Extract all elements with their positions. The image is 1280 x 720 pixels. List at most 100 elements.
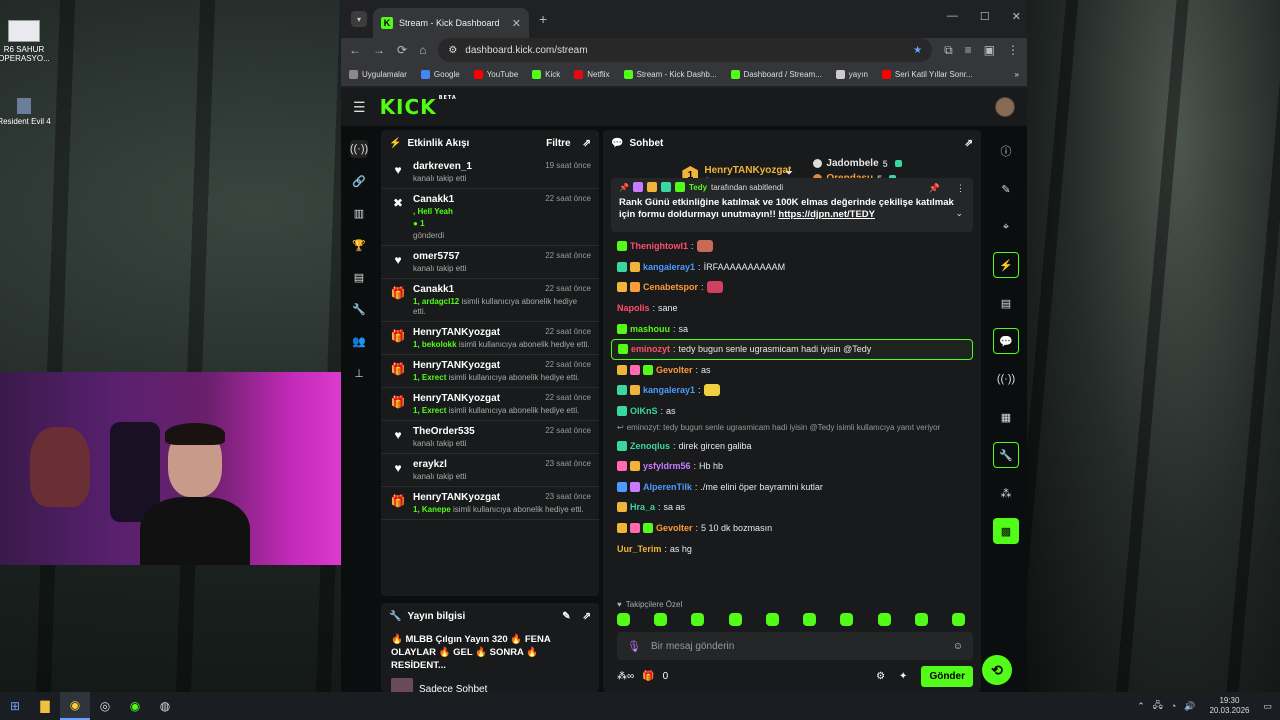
chat-message[interactable]: Napolis: sane [611,298,973,319]
chat-username[interactable]: OlKnS [630,405,658,417]
extensions-icon[interactable]: ⧉ [944,43,953,58]
bookmark-item[interactable]: Stream - Kick Dashb... [623,69,717,79]
chat-username[interactable]: eminozyt [631,343,670,355]
profile-icon[interactable]: ▣ [984,43,995,57]
new-tab-icon[interactable]: + [539,11,547,27]
more-bookmarks-icon[interactable]: » [1015,70,1019,79]
back-icon[interactable]: ← [349,43,361,57]
close-tab-icon[interactable]: ✕ [512,17,521,30]
chat-username[interactable]: kangaleray1 [643,384,695,396]
file-explorer-icon[interactable]: ▇ [30,692,60,720]
channel-points-icon[interactable]: ⁂∞ [617,671,634,682]
pinned-link[interactable]: https://djpn.net/TEDY [778,209,875,220]
chat-username[interactable]: ysfyldrm56 [643,460,691,472]
chat-message[interactable]: OlKnS: as [611,401,973,422]
chat-message[interactable]: Uur_Terim: as hg [611,538,973,559]
layout-icon[interactable]: ▦ [993,404,1019,430]
document-icon[interactable]: ▤ [993,290,1019,316]
chat-username[interactable]: Gevolter [656,522,693,534]
clapperboard-icon[interactable]: ▩ [993,518,1019,544]
maximize-icon[interactable]: ☐ [980,10,990,23]
activity-item[interactable]: ♥ omer5757 22 saat önce kanalı takip etti [381,246,599,279]
broadcast-icon[interactable]: ((·)) [993,366,1019,392]
activity-item[interactable]: 🎁 HenryTANKyozgat 22 saat önce 1, bekolokk … [381,322,599,355]
bookmark-item[interactable]: YouTube [473,69,518,79]
analytics-icon[interactable]: ▥ [350,204,368,222]
bookmark-item[interactable]: yayın [835,69,868,79]
popout-icon[interactable]: ⇗ [583,138,591,149]
activity-item[interactable]: 🎁 Canakk1 22 saat önce 1, ardagcl12 isimli … [381,279,599,322]
support-fab-button[interactable]: ⟲ [982,655,1012,685]
desktop-icon-resident-evil[interactable]: Resident Evil 4 [0,98,54,126]
browser-tab[interactable]: K Stream - Kick Dashboard ✕ [373,8,529,38]
bookmark-item[interactable]: Seri Katil Yıllar Sonr... [881,69,973,79]
target-icon[interactable]: ⌖ [993,214,1019,240]
chat-message[interactable]: mashouu: sa [611,318,973,339]
more-options-icon[interactable]: ⋮ [956,183,965,194]
emote-button[interactable] [951,613,965,626]
chat-message[interactable]: Thenightowl1: [611,236,973,257]
notification-icon[interactable]: ▭ [1263,701,1272,712]
chat-input[interactable]: 🎙 Bir mesaj gönderin ☺ [617,632,973,660]
chrome-icon[interactable]: ◉ [60,692,90,720]
user-avatar[interactable] [995,97,1015,117]
kick-logo[interactable]: KICK BETA [380,95,457,119]
chat-message[interactable]: kangaleray1: [611,380,973,401]
chevron-down-icon[interactable]: ⌄ [955,208,963,219]
popout-icon[interactable]: ⇗ [583,611,591,622]
reload-icon[interactable]: ⟳ [397,43,407,57]
emote-button[interactable] [765,613,779,626]
pencil-icon[interactable]: ✎ [993,176,1019,202]
emote-button[interactable] [877,613,891,626]
molecule-icon[interactable]: ⁂ [993,480,1019,506]
emoji-icon[interactable]: ☺ [953,641,963,652]
chat-username[interactable]: kangaleray1 [643,261,695,273]
users-settings-icon[interactable]: 👥 [350,332,368,350]
link-icon[interactable]: 🔗 [350,172,368,190]
bookmark-item[interactable]: Google [420,69,460,79]
emote-button[interactable] [691,613,705,626]
chat-message[interactable]: ysfyldrm56: Hb hb [611,456,973,477]
forward-icon[interactable]: → [373,43,385,57]
bookmark-item[interactable]: Dashboard / Stream... [730,69,822,79]
ticket-icon[interactable]: ▤ [350,268,368,286]
kick-app-icon[interactable]: ◉ [120,692,150,720]
chevron-up-icon[interactable]: ⌃ [1137,701,1145,712]
trophy-icon[interactable]: 🏆 [350,236,368,254]
media-icon[interactable]: ≡ [965,43,972,57]
network-icon[interactable]: 🖧 [1153,698,1163,714]
unpin-icon[interactable]: 📌 [929,183,940,194]
chat-username[interactable]: Napolis [617,302,650,314]
emote-button[interactable] [914,613,928,626]
microphone-icon[interactable]: 🎙 [627,640,641,653]
chat-message[interactable]: kangaleray1: İRFAAAAAAAAAAM [611,257,973,278]
broadcast-icon[interactable]: ((·)) [350,140,368,158]
chat-message[interactable]: Gevolter: 5 10 dk bozmasın [611,518,973,539]
bookmark-item[interactable]: Uygulamalar [349,69,407,79]
home-icon[interactable]: ⌂ [419,43,426,57]
chat-message[interactable]: Zenoqlus: direk gircen galiba [611,435,973,456]
wifi-icon[interactable]: ◔ [1171,701,1176,711]
tab-search-button[interactable]: ▾ [351,11,367,27]
info-icon[interactable]: ⓘ [993,138,1019,164]
bookmark-star-icon[interactable]: ★ [913,45,922,56]
chat-username[interactable]: Zenoqlus [630,440,670,452]
chat-message[interactable]: Hra_a: sa as [611,497,973,518]
desktop-icon-r6[interactable]: R6 SAHUR OPERASYO... [0,20,54,63]
activity-item[interactable]: ♥ darkreven_1 19 saat önce kanalı takip et… [381,156,599,189]
chat-username[interactable]: Hra_a [630,501,655,513]
filter-button[interactable]: Filtre [546,138,570,149]
volume-icon[interactable]: 🔊 [1184,701,1195,712]
lightning-icon[interactable]: ⚡ [993,252,1019,278]
edit-icon[interactable]: ✎ [562,611,570,622]
activity-item[interactable]: ✖ Canakk1 22 saat önce, Hell Yeah ● 1 gönder… [381,189,599,246]
emote-button[interactable] [728,613,742,626]
chat-username[interactable]: mashouu [630,323,670,335]
emote-button[interactable] [617,613,630,626]
obs-icon[interactable]: ◍ [150,692,180,720]
bookmark-item[interactable]: Kick [532,69,560,79]
wrench-icon[interactable]: 🔧 [350,300,368,318]
chat-message[interactable]: Cenabetspor: [611,277,973,298]
chat-username[interactable]: Uur_Terim [617,543,661,555]
clock[interactable]: 19:30 20.03.2026 [1209,696,1249,716]
